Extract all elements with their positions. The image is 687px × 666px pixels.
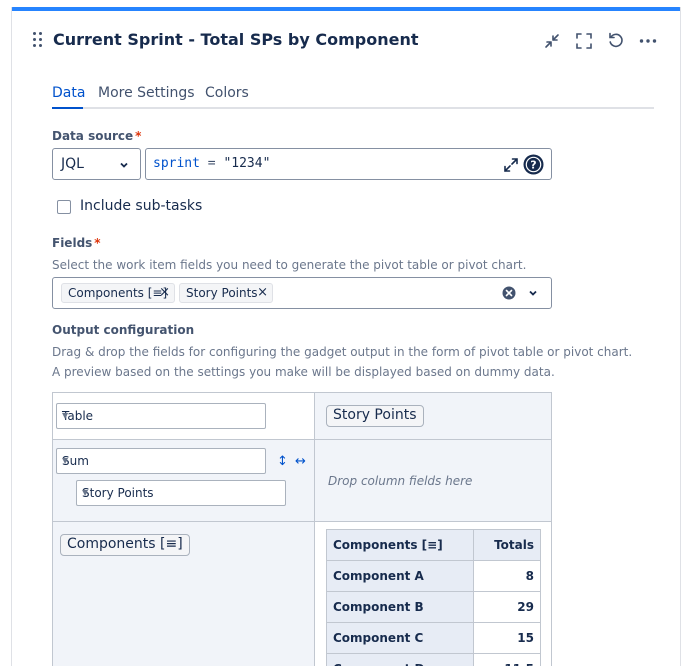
row-value: 11.5 (473, 653, 541, 666)
dropdown-arrow-icon: ▼ (62, 456, 69, 465)
data-source-label: Data source * (52, 129, 142, 143)
pivot-result-table: Components [≡] Totals Component A 8 Comp… (326, 529, 541, 666)
row-label: Component B (326, 591, 474, 623)
dropdown-arrow-icon: ▼ (62, 411, 69, 420)
field-chip-story-points: Story Points × (179, 283, 273, 303)
row-value: 8 (473, 560, 541, 592)
sort-columns-icon[interactable]: ↔ (295, 454, 306, 469)
table-row: Component D 11.5 (326, 653, 541, 666)
aggregator-select[interactable]: Sum ▼ (56, 448, 266, 474)
output-help-line1: Drag & drop the fields for configuring t… (52, 345, 633, 359)
gadget-header: Current Sprint - Total SPs by Component (33, 28, 663, 54)
svg-text:?: ? (530, 159, 536, 172)
output-config-label: Output configuration (52, 323, 195, 337)
remove-chip-icon[interactable]: × (257, 285, 268, 300)
help-icon[interactable]: ? (523, 154, 544, 175)
clear-icon[interactable] (502, 286, 516, 300)
active-tab-indicator (52, 107, 83, 109)
fullscreen-icon[interactable] (574, 31, 594, 51)
row-value: 29 (473, 591, 541, 623)
refresh-icon[interactable] (606, 31, 626, 51)
fields-label: Fields * (52, 236, 101, 250)
include-subtasks-checkbox[interactable] (57, 200, 71, 214)
table-header-row: Components [≡] Totals (326, 529, 541, 561)
totals-header: Totals (473, 529, 541, 561)
tab-more-settings[interactable]: More Settings (98, 85, 195, 101)
table-row: Component A 8 (326, 560, 541, 592)
renderer-select[interactable]: Table ▼ (56, 403, 266, 429)
fields-help-text: Select the work item fields you need to … (52, 258, 527, 272)
row-label: Component C (326, 622, 474, 654)
tab-colors[interactable]: Colors (205, 85, 249, 101)
more-icon[interactable] (638, 31, 658, 51)
dropdown-arrow-icon: ▼ (82, 488, 89, 497)
expand-icon[interactable] (503, 157, 519, 173)
chevron-down-icon (120, 162, 128, 168)
aggregator-field-select[interactable]: Story Points ▼ (76, 480, 286, 506)
jql-operator: = (199, 156, 224, 171)
field-chip-components: Components [≡] × (61, 283, 175, 303)
settings-tabs: Data More Settings Colors (52, 84, 654, 109)
jql-field: sprint (153, 156, 200, 171)
chevron-down-icon[interactable] (528, 288, 538, 298)
gadget-title: Current Sprint - Total SPs by Component (53, 30, 419, 49)
include-subtasks-label[interactable]: Include sub-tasks (80, 198, 202, 214)
row-label: Component D (326, 653, 474, 666)
jql-query-input[interactable]: sprint = "1234" ? (145, 148, 552, 180)
sort-rows-icon[interactable]: ↕ (277, 454, 288, 469)
remove-chip-icon[interactable]: × (159, 285, 170, 300)
table-row: Component C 15 (326, 622, 541, 654)
column-field-story-points[interactable]: Story Points (326, 405, 424, 427)
fields-multiselect[interactable]: Components [≡] × Story Points × (52, 277, 552, 309)
table-row: Component B 29 (326, 591, 541, 623)
drop-column-hint: Drop column fields here (328, 474, 473, 488)
row-label: Component A (326, 560, 474, 592)
output-help-line2: A preview based on the settings you make… (52, 365, 555, 379)
tab-data[interactable]: Data (52, 85, 85, 101)
data-source-type-select[interactable]: JQL (52, 148, 141, 180)
row-value: 15 (473, 622, 541, 654)
minimize-icon[interactable] (542, 31, 562, 51)
row-attr-header: Components [≡] (326, 529, 474, 561)
row-field-components[interactable]: Components [≡] (60, 534, 190, 556)
jql-value: "1234" (223, 156, 271, 171)
drag-handle-icon[interactable] (33, 32, 43, 48)
